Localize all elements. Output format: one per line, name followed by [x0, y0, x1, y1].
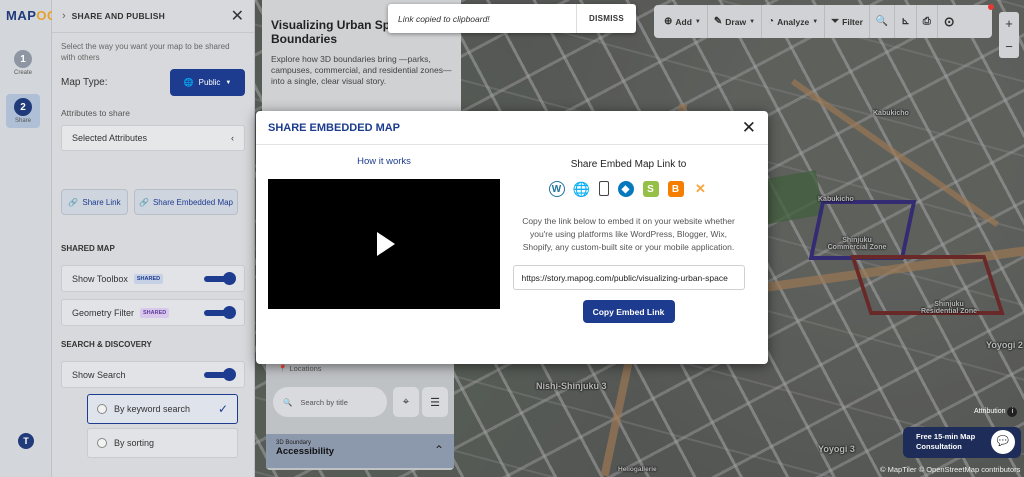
- option-keyword-search[interactable]: By keyword search ✓: [87, 394, 238, 424]
- sliders-icon: ☰: [430, 396, 440, 409]
- link-icon: 🔗: [138, 197, 149, 207]
- mapog-logo[interactable]: MAPOG: [6, 8, 58, 23]
- chevron-right-icon[interactable]: ›: [62, 10, 66, 22]
- filter-icon: ⏷: [831, 16, 840, 27]
- step-share[interactable]: 2 Share: [6, 94, 40, 128]
- radio[interactable]: [97, 404, 107, 414]
- panel-title: SHARE AND PUBLISH: [71, 11, 165, 21]
- location-pin-button[interactable]: ⌖: [393, 387, 419, 417]
- check-icon: ✓: [217, 402, 228, 416]
- caret-down-icon: ▼: [225, 79, 232, 86]
- search-by-title-input[interactable]: 🔍 Search by title: [273, 387, 387, 417]
- geometry-filter-toggle[interactable]: [204, 305, 236, 319]
- chat-icon[interactable]: 💬: [991, 430, 1015, 454]
- map-type-label: Map Type:: [61, 77, 108, 88]
- step-create[interactable]: 1 Create: [6, 50, 40, 76]
- notification-dot: [988, 4, 994, 10]
- close-icon[interactable]: ✕: [231, 6, 244, 26]
- info-icon: i: [1007, 407, 1018, 417]
- chevron-left-icon: ‹: [231, 133, 234, 143]
- search-button[interactable]: 🔍: [870, 5, 896, 38]
- locations-dropdown[interactable]: 📍 Locations: [278, 364, 322, 373]
- map-type-select[interactable]: 🌐 Public ▼: [170, 69, 245, 96]
- accessibility-section[interactable]: 3D Boundary Accessibility ⌃: [266, 434, 454, 468]
- geometry-filter-row: Geometry Filter SHARED: [61, 299, 245, 326]
- joomla-icon[interactable]: ✕: [693, 181, 709, 197]
- show-search-toggle[interactable]: [204, 367, 236, 381]
- drupal-icon[interactable]: ◆: [617, 181, 634, 197]
- panel-header: › SHARE AND PUBLISH ✕: [52, 0, 254, 33]
- pencil-icon: ✎: [713, 16, 723, 27]
- embed-link-field[interactable]: https://story.mapog.com/public/visualizi…: [512, 265, 745, 290]
- attributes-label: Attributes to share: [61, 108, 130, 118]
- draw-button[interactable]: ✎ Draw ▼: [708, 5, 763, 38]
- link-icon: 🔗: [68, 197, 79, 207]
- website-icon[interactable]: 🌐: [573, 181, 590, 197]
- toast-notification: Link copied to clipboard! DISMISS: [388, 4, 636, 33]
- modal-header: SHARE EMBEDDED MAP ✕: [256, 111, 768, 145]
- share-to-heading: Share Embed Map Link to: [570, 159, 687, 170]
- share-link-button[interactable]: 🔗 Share Link: [61, 189, 128, 215]
- print-button[interactable]: ⎙: [917, 5, 938, 38]
- zoom-in-button[interactable]: +: [1005, 16, 1013, 31]
- map-toolbar: ⊕ Add ▼ ✎ Draw ▼ ◔ Analyze ▼ ⏷ Filter 🔍 ⊾ ⎙ ⊙: [654, 5, 992, 38]
- measure-button[interactable]: ⊾: [895, 5, 917, 38]
- story-body: Explore how 3D boundaries bring —parks, …: [271, 54, 452, 86]
- share-embedded-map-modal: SHARE EMBEDDED MAP ✕ How it works Share …: [256, 111, 768, 364]
- filter-button[interactable]: ⏷ Filter: [825, 5, 870, 38]
- left-rail: MAPOG 1 Create 2 Share T: [0, 0, 57, 477]
- share-embedded-map-button[interactable]: 🔗 Share Embedded Map: [134, 189, 238, 215]
- play-icon[interactable]: [377, 232, 395, 256]
- show-search-row: Show Search: [61, 361, 245, 388]
- shopify-icon[interactable]: S: [642, 181, 659, 197]
- analyze-icon: ◔: [768, 16, 775, 27]
- analyze-button[interactable]: ◔ Analyze ▼: [762, 5, 826, 38]
- shared-badge: SHARED: [140, 307, 170, 318]
- add-button[interactable]: ⊕ Add ▼: [658, 5, 708, 38]
- globe-icon: 🌐: [183, 78, 194, 87]
- consultation-button[interactable]: Free 15-min Map Consultation 💬: [903, 427, 1021, 458]
- show-toolbox-row: Show Toolbox SHARED: [61, 265, 245, 292]
- modal-title: SHARE EMBEDDED MAP: [268, 121, 401, 134]
- option-sorting[interactable]: By sorting: [87, 428, 238, 458]
- wordpress-icon[interactable]: W: [548, 181, 565, 197]
- zoom-control: + −: [999, 12, 1019, 58]
- crosshair-icon: ⊙: [943, 13, 955, 29]
- search-icon: 🔍: [283, 397, 293, 407]
- embed-description: Copy the link below to embed it on your …: [522, 216, 735, 252]
- search-discovery-heading: SEARCH & DISCOVERY: [61, 340, 152, 349]
- mobile-icon[interactable]: [598, 181, 609, 196]
- copy-embed-link-button[interactable]: Copy Embed Link: [582, 300, 675, 323]
- radio[interactable]: [97, 438, 107, 448]
- shared-badge: SHARED: [133, 273, 164, 284]
- attribution-toggle[interactable]: Attribution i: [974, 407, 1018, 417]
- attributes-select[interactable]: Selected Attributes ‹: [61, 125, 245, 151]
- filter-settings-button[interactable]: ☰: [422, 387, 448, 417]
- chevron-up-icon[interactable]: ⌃: [434, 443, 444, 457]
- plus-circle-icon: ⊕: [664, 16, 673, 27]
- show-toolbox-toggle[interactable]: [204, 271, 236, 285]
- blogger-icon[interactable]: B: [667, 181, 684, 197]
- how-it-works-heading: How it works: [357, 156, 411, 167]
- search-icon: 🔍: [875, 16, 889, 27]
- story-controls: 📍 Locations 🔍 Search by title ⌖ ☰ 3D Bou…: [266, 360, 454, 470]
- zoom-out-button[interactable]: −: [1005, 39, 1013, 54]
- platform-icons: W 🌐 ◆ S B ✕: [511, 181, 746, 197]
- tutorial-video[interactable]: [268, 179, 500, 309]
- location-pin-icon: ⌖: [402, 395, 410, 408]
- user-avatar[interactable]: T: [18, 433, 34, 449]
- locate-button[interactable]: ⊙: [938, 5, 961, 38]
- print-icon: ⎙: [922, 16, 931, 27]
- toast-message: Link copied to clipboard!: [398, 13, 490, 24]
- map-credit[interactable]: © MapTiler © OpenStreetMap contributors: [880, 465, 1020, 474]
- close-icon[interactable]: ✕: [742, 118, 756, 138]
- dismiss-button[interactable]: DISMISS: [576, 4, 636, 33]
- ruler-icon: ⊾: [901, 16, 910, 27]
- panel-subtitle: Select the way you want your map to be s…: [61, 42, 230, 62]
- shared-map-heading: SHARED MAP: [61, 244, 115, 253]
- share-publish-panel: › SHARE AND PUBLISH ✕ Select the way you…: [52, 0, 255, 477]
